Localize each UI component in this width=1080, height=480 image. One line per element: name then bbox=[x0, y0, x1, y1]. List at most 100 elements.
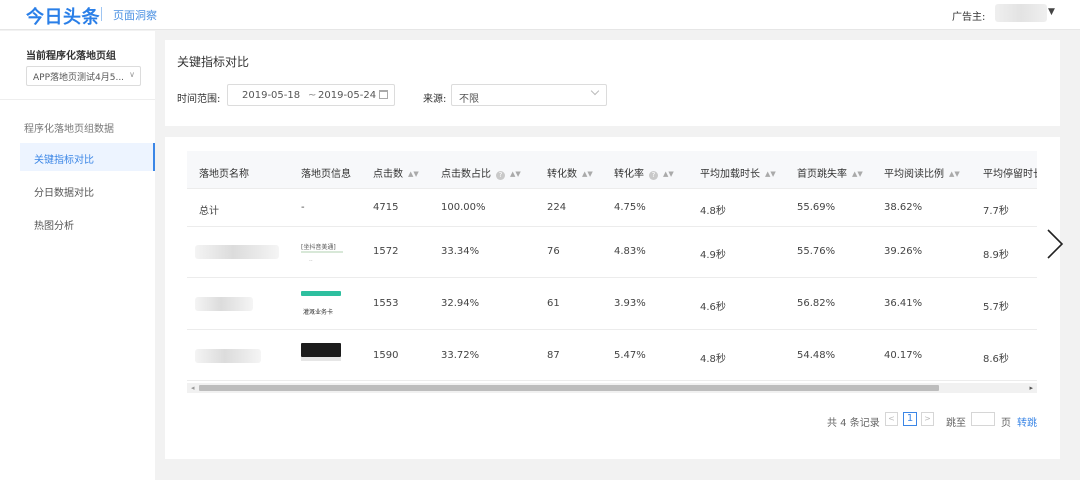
chevron-down-icon bbox=[590, 86, 600, 96]
sidebar-divider bbox=[0, 99, 155, 100]
column-header-sortable[interactable]: 平均加载时长 ▲▼ bbox=[700, 165, 776, 180]
column-header-sortable[interactable]: 转化数 ▲▼ bbox=[547, 165, 593, 180]
landing-page-name-redacted[interactable] bbox=[195, 297, 253, 311]
landing-page-thumbnail[interactable] bbox=[301, 343, 343, 363]
sort-icon[interactable]: ▲▼ bbox=[582, 170, 593, 178]
cell-click-share: 33.34% bbox=[441, 246, 480, 257]
sidebar-item-key-metrics[interactable]: 关键指标对比 bbox=[20, 143, 155, 171]
column-header-sortable[interactable]: 平均阅读比例 ▲▼ bbox=[884, 165, 960, 180]
cell-read-ratio: 40.17% bbox=[884, 350, 923, 361]
landing-page-name-redacted[interactable] bbox=[195, 349, 261, 363]
landing-page-name-redacted[interactable] bbox=[195, 245, 279, 259]
date-range-picker[interactable]: 2019-05-18 ~ 2019-05-24 bbox=[227, 84, 395, 106]
time-range-label: 时间范围: bbox=[177, 94, 221, 105]
page-unit-label: 页 bbox=[1001, 418, 1011, 429]
landing-page-group-select-value: APP落地页测试4月5... bbox=[33, 73, 125, 83]
scroll-right-icon[interactable]: ▸ bbox=[1029, 384, 1033, 392]
cell-click-share: 33.72% bbox=[441, 350, 480, 361]
sort-icon[interactable]: ▲▼ bbox=[510, 170, 521, 178]
sidebar-item-heatmap[interactable]: 热图分析 bbox=[20, 209, 155, 237]
cell-avg-stay: 8.6秒 bbox=[983, 354, 1009, 365]
column-header-sortable[interactable]: 点击数占比? ▲▼ bbox=[441, 165, 521, 180]
sidebar-item-label: 关键指标对比 bbox=[34, 155, 94, 166]
cell-conversion-rate: 4.75% bbox=[614, 202, 646, 213]
sort-icon[interactable]: ▲▼ bbox=[663, 170, 674, 178]
sidebar-item-daily-data[interactable]: 分日数据对比 bbox=[20, 176, 155, 204]
source-select[interactable]: 不限 bbox=[451, 84, 607, 106]
go-button[interactable]: 转跳 bbox=[1017, 414, 1037, 429]
cell-avg-load: 4.6秒 bbox=[700, 302, 726, 313]
logo-divider bbox=[101, 7, 102, 21]
table-row-total: 总计 - 4715 100.00% 224 4.75% 4.8秒 55.69% … bbox=[187, 189, 1037, 227]
jump-page-input[interactable] bbox=[971, 412, 995, 426]
advertiser-label: 广告主: bbox=[952, 12, 986, 23]
cell-avg-stay: 8.9秒 bbox=[983, 250, 1009, 261]
advertiser-name-redacted[interactable] bbox=[995, 4, 1047, 22]
horizontal-scrollbar[interactable]: ◂ ▸ bbox=[187, 383, 1037, 393]
cell-conversions: 87 bbox=[547, 350, 560, 361]
cell-conversion-rate: 3.93% bbox=[614, 298, 646, 309]
cell-clicks: 4715 bbox=[373, 202, 399, 213]
chevron-down-icon: ∨ bbox=[129, 70, 135, 79]
scroll-left-icon[interactable]: ◂ bbox=[191, 384, 195, 392]
scrollbar-thumb[interactable] bbox=[199, 385, 939, 391]
cell-conversion-rate: 4.83% bbox=[614, 246, 646, 257]
cell-avg-stay: 5.7秒 bbox=[983, 302, 1009, 313]
chevron-right-icon[interactable] bbox=[1042, 228, 1072, 260]
column-header-sortable[interactable]: 转化率? ▲▼ bbox=[614, 165, 674, 180]
column-header-sortable[interactable]: 首页跳失率 ▲▼ bbox=[797, 165, 863, 180]
thumbnail-text: [坐抖音美通] bbox=[301, 244, 336, 251]
sort-icon[interactable]: ▲▼ bbox=[765, 170, 776, 178]
source-select-value: 不限 bbox=[459, 94, 479, 105]
cell-avg-load: 4.8秒 bbox=[700, 206, 726, 217]
cell-clicks: 1553 bbox=[373, 298, 399, 309]
table-header: 落地页名称 落地页信息 点击数 ▲▼ 点击数占比? ▲▼ 转化数 ▲▼ 转化率? ▲▼ … bbox=[187, 151, 1037, 189]
page-title: 关键指标对比 bbox=[177, 55, 250, 69]
help-icon[interactable]: ? bbox=[496, 171, 505, 180]
cell-name: 总计 bbox=[199, 206, 219, 217]
cell-avg-load: 4.8秒 bbox=[700, 354, 726, 365]
jump-label: 跳至 bbox=[946, 418, 966, 429]
cell-click-share: 32.94% bbox=[441, 298, 480, 309]
thumbnail-text: 灌溉业务卡 bbox=[303, 309, 334, 316]
metrics-table: 落地页名称 落地页信息 点击数 ▲▼ 点击数占比? ▲▼ 转化数 ▲▼ 转化率? ▲▼ … bbox=[187, 151, 1037, 383]
sidebar: 当前程序化落地页组 APP落地页测试4月5... ∨ 程序化落地页组数据 关键指… bbox=[0, 31, 155, 480]
sort-icon[interactable]: ▲▼ bbox=[852, 170, 863, 178]
source-label: 来源: bbox=[423, 94, 447, 105]
product-name[interactable]: 页面洞察 bbox=[113, 7, 157, 23]
table-row[interactable]: 灌溉业务卡 1553 32.94% 61 3.93% 4.6秒 56.82% 3… bbox=[187, 278, 1037, 330]
thumbnail-bar bbox=[301, 357, 341, 361]
landing-page-group-title: 当前程序化落地页组 bbox=[26, 51, 116, 62]
calendar-icon[interactable] bbox=[379, 90, 388, 99]
caret-down-icon[interactable]: ▼ bbox=[1048, 7, 1055, 17]
landing-page-group-select[interactable]: APP落地页测试4月5... ∨ bbox=[26, 66, 141, 86]
prev-page-button[interactable]: < bbox=[885, 412, 898, 426]
table-row[interactable]: 1590 33.72% 87 5.47% 4.8秒 54.48% 40.17% … bbox=[187, 330, 1037, 381]
cell-conversions: 76 bbox=[547, 246, 560, 257]
cell-bounce: 55.76% bbox=[797, 246, 836, 257]
date-separator: ~ bbox=[308, 90, 317, 101]
cell-conversions: 61 bbox=[547, 298, 560, 309]
cell-click-share: 100.00% bbox=[441, 202, 486, 213]
table-panel: 落地页名称 落地页信息 点击数 ▲▼ 点击数占比? ▲▼ 转化数 ▲▼ 转化率? ▲▼ … bbox=[165, 137, 1060, 459]
thumbnail-bar bbox=[301, 291, 341, 296]
filter-panel: 关键指标对比 时间范围: 2019-05-18 ~ 2019-05-24 来源:… bbox=[165, 40, 1060, 126]
cell-read-ratio: 38.62% bbox=[884, 202, 923, 213]
landing-page-thumbnail[interactable]: 灌溉业务卡 bbox=[301, 291, 343, 317]
thumbnail-dot: ·· bbox=[309, 258, 313, 265]
column-header: 落地页信息 bbox=[301, 169, 351, 180]
sort-icon[interactable]: ▲▼ bbox=[949, 170, 960, 178]
sort-icon[interactable]: ▲▼ bbox=[408, 170, 419, 178]
current-page[interactable]: 1 bbox=[903, 412, 917, 426]
cell-info: - bbox=[301, 202, 305, 213]
sidebar-section-title: 程序化落地页组数据 bbox=[24, 124, 114, 135]
thumbnail-image bbox=[301, 343, 341, 357]
next-page-button[interactable]: > bbox=[921, 412, 934, 426]
app-logo[interactable]: 今日头条 bbox=[26, 3, 100, 29]
column-header-sortable[interactable]: 点击数 ▲▼ bbox=[373, 165, 419, 180]
cell-bounce: 55.69% bbox=[797, 202, 836, 213]
table-row[interactable]: [坐抖音美通] ·· 1572 33.34% 76 4.83% 4.9秒 55.… bbox=[187, 227, 1037, 278]
landing-page-thumbnail[interactable]: [坐抖音美通] ·· bbox=[301, 242, 343, 265]
total-records: 共 4 条记录 bbox=[827, 418, 880, 429]
help-icon[interactable]: ? bbox=[649, 171, 658, 180]
